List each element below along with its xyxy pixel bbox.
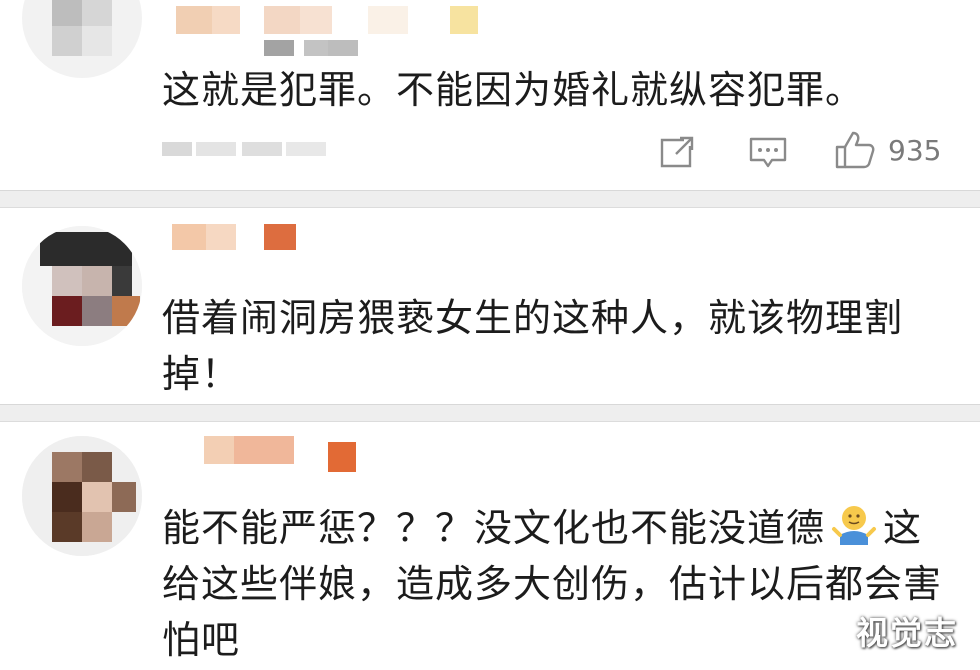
thumbs-up-icon — [835, 131, 875, 169]
like-count: 935 — [888, 133, 942, 167]
comment-icon — [749, 137, 787, 168]
avatar[interactable] — [22, 0, 142, 78]
share-icon — [660, 136, 694, 168]
share-button[interactable] — [658, 134, 696, 170]
reply-button[interactable] — [748, 136, 788, 170]
comment-item: 能不能严惩？？？没文化也不能没道德 这给这些伴娘，造成多大创伤，估计以后都会害怕… — [0, 422, 980, 670]
avatar[interactable] — [22, 226, 142, 346]
username-blurred[interactable] — [168, 6, 488, 56]
divider — [0, 190, 980, 208]
comment-feed: 这就是犯罪。不能因为婚礼就纵容犯罪。 935 借着闹洞房猥亵女生的这种人，就该物… — [0, 0, 980, 670]
comment-item: 这就是犯罪。不能因为婚礼就纵容犯罪。 935 — [0, 0, 980, 190]
username-blurred[interactable] — [168, 224, 368, 264]
username-blurred[interactable] — [168, 436, 368, 476]
like-button[interactable]: 935 — [834, 130, 941, 170]
comment-text: 借着闹洞房猥亵女生的这种人，就该物理割掉！ — [162, 296, 904, 396]
comment-text-part-1: 能不能严惩？？？没文化也不能没道德 — [162, 506, 826, 550]
watermark-logo: 视觉志 — [855, 614, 958, 652]
comment-text: 能不能严惩？？？没文化也不能没道德 这给这些伴娘，造成多大创伤，估计以后都会害怕… — [162, 500, 952, 668]
avatar[interactable] — [22, 436, 142, 556]
comment-text: 这就是犯罪。不能因为婚礼就纵容犯罪。 — [162, 68, 865, 112]
timestamp-blurred — [162, 140, 332, 162]
shrug-emoji-icon — [832, 506, 877, 545]
divider — [0, 404, 980, 422]
comment-item: 借着闹洞房猥亵女生的这种人，就该物理割掉！ — [0, 208, 980, 404]
